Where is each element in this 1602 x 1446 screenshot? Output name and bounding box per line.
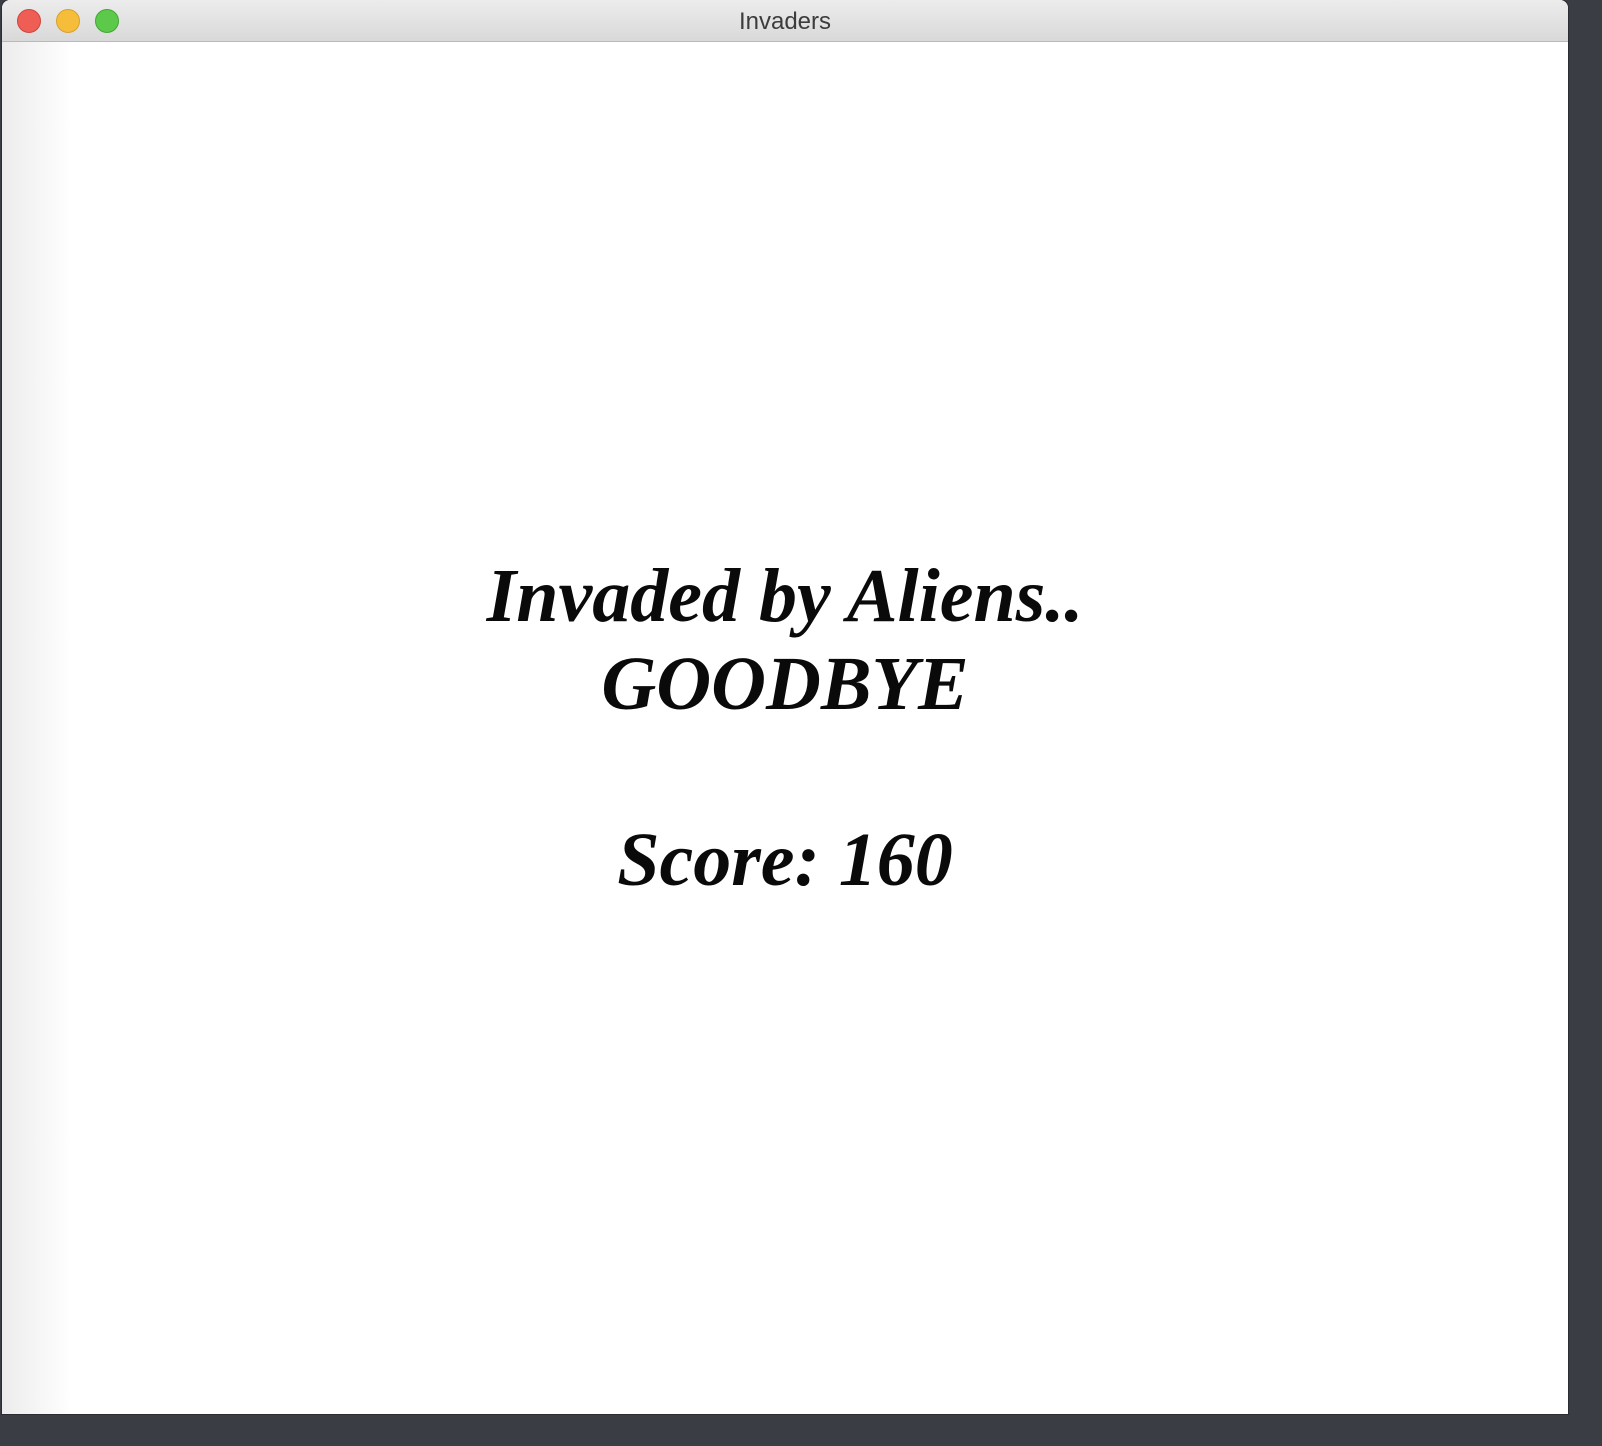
score-display: Score: 160 [617, 818, 953, 902]
game-over-message: Invaded by Aliens.. [486, 554, 1084, 638]
game-canvas: Invaded by Aliens.. GOODBYE Score: 160 [2, 42, 1568, 1414]
goodbye-message: GOODBYE [601, 642, 969, 726]
app-window: Invaders Invaded by Aliens.. GOODBYE Sco… [2, 0, 1568, 1414]
title-bar[interactable]: Invaders [2, 0, 1568, 42]
window-title: Invaders [738, 8, 832, 35]
